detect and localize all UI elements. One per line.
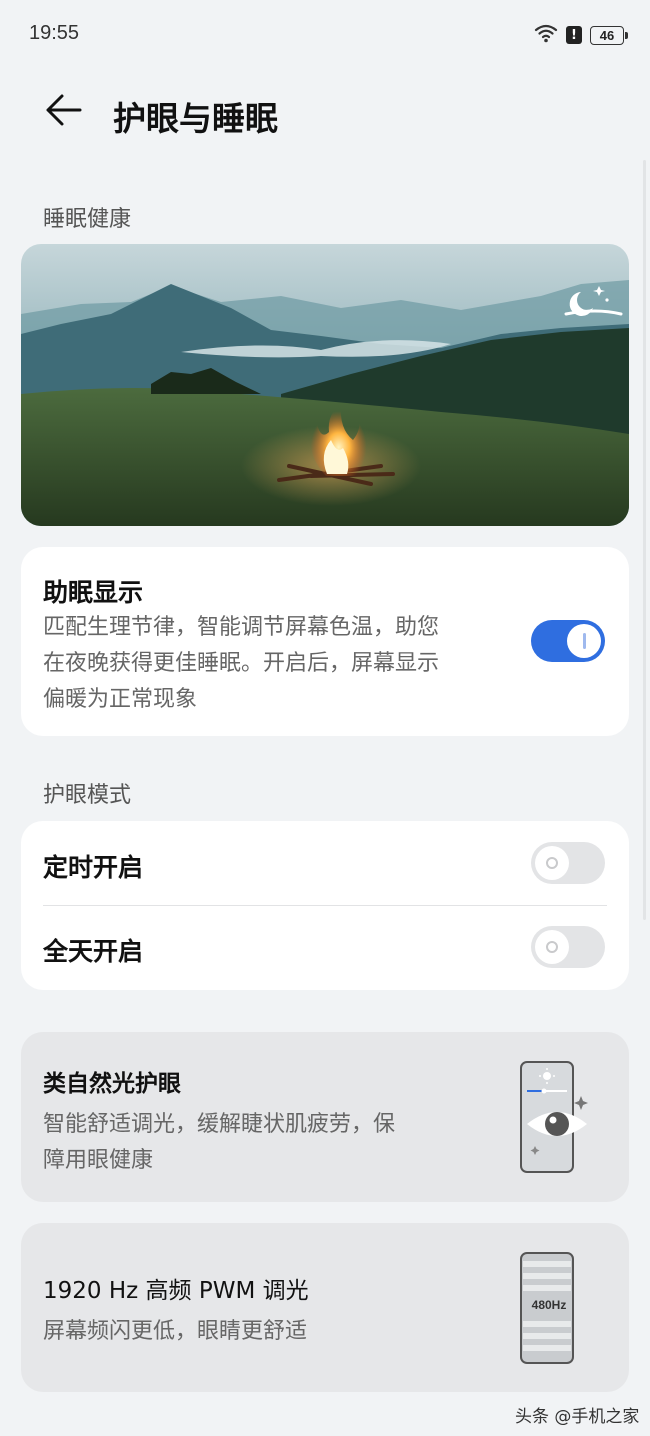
section-title-sleep-health: 睡眠健康 (43, 207, 132, 232)
battery-level: 46 (599, 27, 615, 43)
natural-light-card[interactable]: 类自然光护眼 智能舒适调光，缓解睫状肌疲劳，保 障用眼健康 (21, 1032, 629, 1202)
sleep-display-card: 助眠显示 匹配生理节律，智能调节屏幕色温，助您 在夜晚获得更佳睡眠。开启后，屏幕… (21, 547, 629, 736)
description-line: 在夜晚获得更佳睡眠。开启后，屏幕显示 (43, 651, 440, 676)
eye-care-card: 定时开启 全天开启 (21, 821, 629, 990)
description-line: 匹配生理节律，智能调节屏幕色温，助您 (43, 615, 440, 640)
battery-icon: 46 (590, 25, 628, 45)
eye-care-item-label: 定时开启 (43, 853, 144, 882)
alert-icon: ! (566, 26, 582, 44)
scrollbar[interactable] (643, 160, 646, 920)
list-item-all-day[interactable]: 全天开启 (21, 906, 629, 990)
natural-light-title: 类自然光护眼 (43, 1071, 181, 1097)
status-icons: ! 46 (534, 22, 628, 48)
back-arrow-icon (44, 92, 84, 132)
scheduled-toggle[interactable] (531, 842, 605, 884)
section-title-eye-care: 护眼模式 (43, 783, 132, 808)
natural-light-description: 智能舒适调光，缓解睫状肌疲劳，保 障用眼健康 (43, 1107, 463, 1179)
toggle-knob (567, 624, 601, 658)
sleep-display-description: 匹配生理节律，智能调节屏幕色温，助您 在夜晚获得更佳睡眠。开启后，屏幕显示 偏暖… (43, 610, 513, 718)
description-line: 偏暖为正常现象 (43, 687, 198, 712)
wifi-icon (534, 23, 558, 47)
description-line: 智能舒适调光，缓解睫状肌疲劳，保 (43, 1112, 396, 1137)
list-item-scheduled[interactable]: 定时开启 (21, 821, 629, 905)
eye-care-item-label: 全天开启 (43, 937, 144, 966)
pwm-description: 屏幕频闪更低，眼睛更舒适 (43, 1319, 308, 1344)
hero-image (21, 244, 629, 526)
watermark: 头条 @手机之家 (515, 1407, 640, 1427)
toggle-knob (535, 846, 569, 880)
pwm-title: 1920 Hz 高频 PWM 调光 (43, 1278, 309, 1304)
status-time: 19:55 (29, 22, 80, 44)
header: 护眼与睡眠 (0, 80, 650, 144)
back-button[interactable] (40, 90, 88, 134)
sleep-display-toggle[interactable] (531, 620, 605, 662)
pwm-card[interactable]: 1920 Hz 高频 PWM 调光 屏幕频闪更低，眼睛更舒适 480Hz (21, 1223, 629, 1392)
description-line: 障用眼健康 (43, 1148, 154, 1173)
all-day-toggle[interactable] (531, 926, 605, 968)
pwm-icon-label: 480Hz (531, 1298, 567, 1312)
eye-phone-icon (517, 1060, 593, 1180)
sleep-display-title: 助眠显示 (43, 578, 144, 607)
page-title: 护眼与睡眠 (113, 99, 278, 138)
toggle-knob (535, 930, 569, 964)
status-bar: 19:55 ! 46 (0, 0, 650, 70)
